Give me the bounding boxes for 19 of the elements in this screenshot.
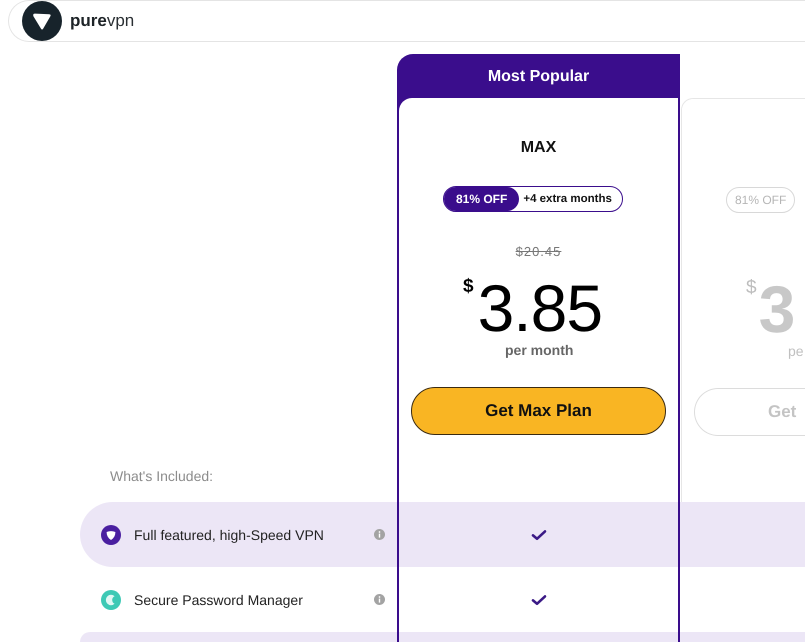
feature-label: Full featured, high-Speed VPN	[134, 526, 325, 542]
discount-badge: 81% OFF	[726, 187, 796, 213]
currency-symbol: $	[463, 277, 474, 297]
price-amount: 3.85	[478, 274, 602, 342]
currency-symbol: $	[746, 278, 757, 298]
plan-name: MAX	[520, 139, 556, 156]
info-icon[interactable]	[374, 529, 385, 540]
logo-icon	[22, 1, 62, 41]
ribbon-label: Most Popular	[486, 67, 590, 87]
info-icon[interactable]	[374, 594, 385, 605]
logo-text[interactable]: purevpn	[70, 11, 134, 31]
feature-label: Secure Password Manager	[134, 592, 304, 608]
bonus-label: +4 extra months	[522, 192, 613, 207]
section-heading: What's Included:	[110, 468, 214, 484]
price-period: pe	[788, 343, 804, 359]
old-price: $20.45	[516, 244, 562, 259]
price-period: per month	[505, 342, 574, 358]
discount-badge: 81% OFF	[444, 187, 520, 211]
get-plan-button[interactable]: Get Max Plan	[411, 387, 666, 435]
